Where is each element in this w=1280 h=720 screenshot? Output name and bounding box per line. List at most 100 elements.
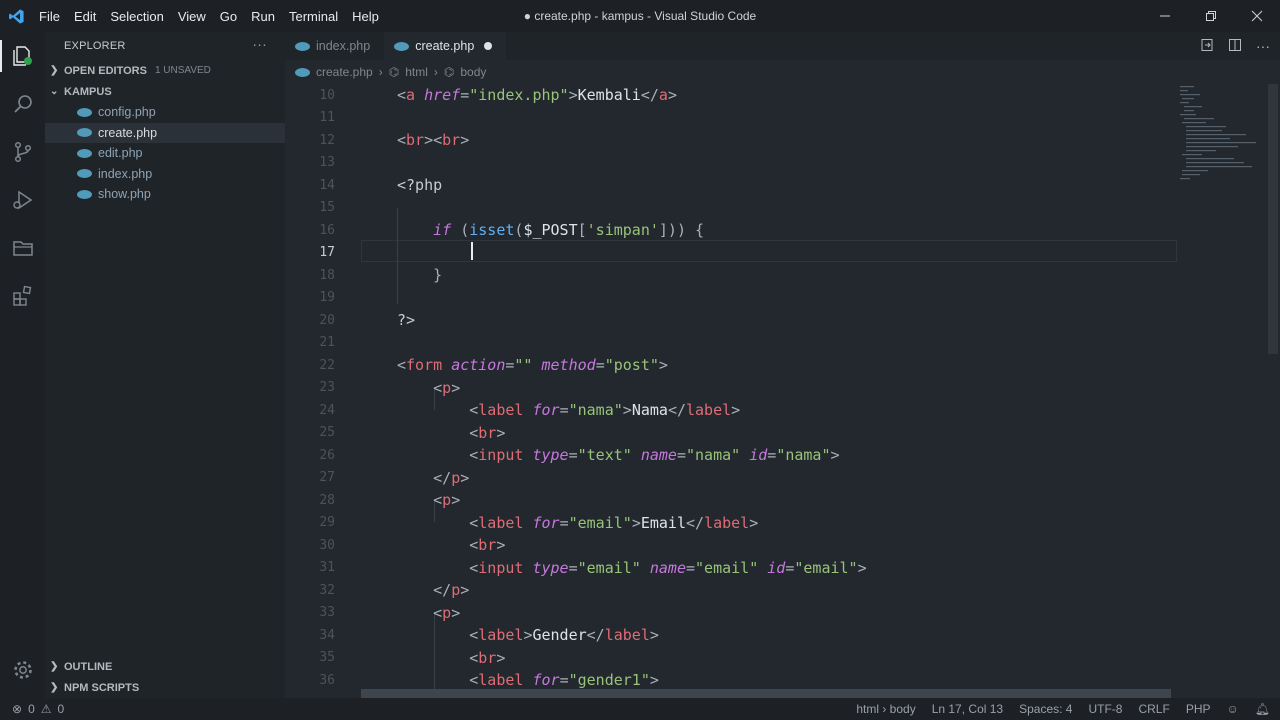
code-line[interactable]: 21 — [285, 332, 335, 355]
menu-file[interactable]: File — [32, 9, 67, 24]
code-line[interactable]: 34 <label>Gender</label> — [285, 624, 659, 647]
code-line[interactable]: 33 <p> — [285, 602, 460, 625]
open-changes-icon[interactable] — [1200, 38, 1214, 55]
line-number: 35 — [319, 650, 335, 666]
folder-section-kampus[interactable]: ⌄ KAMPUS — [45, 81, 285, 102]
status-scope[interactable]: html › body — [856, 702, 915, 716]
breadcrumb-file[interactable]: create.php — [316, 65, 373, 79]
code-line[interactable]: 26 <input type="text" name="nama" id="na… — [285, 444, 839, 467]
code-line[interactable]: 18 } — [285, 264, 442, 287]
file-item[interactable]: index.php — [45, 164, 285, 185]
code-line[interactable]: 13 — [285, 152, 335, 175]
status-eol[interactable]: CRLF — [1138, 702, 1169, 716]
split-editor-icon[interactable] — [1228, 38, 1242, 55]
file-item[interactable]: edit.php — [45, 143, 285, 164]
line-number: 34 — [319, 627, 335, 643]
code-line[interactable]: 20 ?> — [285, 309, 415, 332]
file-item[interactable]: show.php — [45, 184, 285, 205]
extensions-icon[interactable] — [0, 272, 45, 320]
breadcrumb-body[interactable]: body — [460, 65, 486, 79]
line-number: 26 — [319, 447, 335, 463]
activity-bar — [0, 32, 45, 698]
open-editors-section[interactable]: ❯ OPEN EDITORS 1 UNSAVED — [45, 60, 285, 81]
code-line[interactable]: 16 if (isset($_POST['simpan'])) { — [285, 219, 704, 242]
menu-edit[interactable]: Edit — [67, 9, 103, 24]
code-line[interactable]: 31 <input type="email" name="email" id="… — [285, 557, 866, 580]
unsaved-dot-icon[interactable] — [484, 42, 493, 50]
code-line[interactable]: 12 <br><br> — [285, 129, 469, 152]
code-line[interactable]: 22 <form action="" method="post"> — [285, 354, 668, 377]
tab-index-php[interactable]: index.php — [285, 32, 384, 60]
code-line[interactable]: 15 — [285, 197, 335, 220]
status-cursor-position[interactable]: Ln 17, Col 13 — [932, 702, 1003, 716]
explorer-icon[interactable] — [0, 32, 45, 80]
line-number: 12 — [319, 132, 335, 148]
line-number: 18 — [319, 267, 335, 283]
chevron-right-icon: ❯ — [50, 682, 59, 693]
menu-view[interactable]: View — [171, 9, 213, 24]
code-line[interactable]: 10 <a href="index.php">Kembali</a> — [285, 84, 677, 107]
line-number: 13 — [319, 155, 335, 171]
notifications-bell-icon[interactable]: 🔔︎ — [1255, 702, 1270, 716]
code-line[interactable]: 35 <br> — [285, 647, 505, 670]
status-bar: ⊗ 0 ⚠ 0 html › body Ln 17, Col 13 Spaces… — [0, 698, 1280, 720]
code-line[interactable]: 19 — [285, 287, 335, 310]
run-debug-icon[interactable] — [0, 176, 45, 224]
file-item[interactable]: config.php — [45, 102, 285, 123]
explorer-title: EXPLORER — [64, 40, 126, 52]
status-language[interactable]: PHP — [1186, 702, 1211, 716]
code-line[interactable]: 30 <br> — [285, 534, 505, 557]
warning-count[interactable]: 0 — [58, 702, 65, 716]
php-file-icon — [77, 128, 92, 138]
restore-button[interactable] — [1188, 0, 1234, 32]
line-number: 27 — [319, 470, 335, 486]
close-window-button[interactable] — [1234, 0, 1280, 32]
code-line[interactable]: 14 <?php — [285, 174, 442, 197]
search-icon[interactable] — [0, 80, 45, 128]
minimize-button[interactable] — [1142, 0, 1188, 32]
more-actions-icon[interactable]: ··· — [252, 36, 267, 52]
vertical-scrollbar[interactable] — [1268, 84, 1278, 354]
warning-icon[interactable]: ⚠ — [41, 702, 52, 716]
menu-help[interactable]: Help — [345, 9, 386, 24]
code-line[interactable]: 23 <p> — [285, 377, 460, 400]
code-line[interactable]: 24 <label for="nama">Nama</label> — [285, 399, 740, 422]
code-text: <p> — [433, 603, 461, 622]
line-number: 20 — [319, 312, 335, 328]
file-label: show.php — [98, 187, 151, 202]
manage-gear-icon[interactable] — [0, 646, 45, 694]
folder-label: KAMPUS — [64, 85, 112, 98]
code-line[interactable]: 36 <label for="gender1"> — [285, 669, 659, 692]
horizontal-scrollbar[interactable] — [361, 689, 1171, 698]
code-line[interactable]: 17 — [285, 242, 335, 265]
breadcrumb-html[interactable]: html — [405, 65, 428, 79]
code-line[interactable]: 11 — [285, 107, 335, 130]
folder-icon[interactable] — [0, 224, 45, 272]
outline-section[interactable]: ❯ OUTLINE — [45, 656, 285, 677]
menu-run[interactable]: Run — [244, 9, 282, 24]
code-line[interactable]: 25 <br> — [285, 422, 505, 445]
file-item-selected[interactable]: create.php — [45, 122, 285, 143]
line-number: 31 — [319, 560, 335, 576]
minimap[interactable] — [1178, 84, 1258, 204]
menu-terminal[interactable]: Terminal — [282, 9, 345, 24]
error-icon[interactable]: ⊗ — [12, 702, 22, 716]
chevron-right-icon: ❯ — [50, 661, 59, 672]
more-actions-icon[interactable]: ··· — [1256, 38, 1270, 55]
code-line[interactable]: 32 </p> — [285, 579, 469, 602]
code-line[interactable]: 29 <label for="email">Email</label> — [285, 512, 758, 535]
code-line[interactable]: 27 </p> — [285, 467, 469, 490]
source-control-icon[interactable] — [0, 128, 45, 176]
code-editor[interactable]: 10 <a href="index.php">Kembali</a> 11 12 <br… — [285, 84, 1280, 698]
menu-selection[interactable]: Selection — [103, 9, 170, 24]
feedback-icon[interactable]: ☺ — [1227, 702, 1239, 716]
menu-go[interactable]: Go — [213, 9, 244, 24]
tab-create-php[interactable]: create.php — [384, 32, 507, 61]
status-encoding[interactable]: UTF-8 — [1088, 702, 1122, 716]
code-line[interactable]: 28 <p> — [285, 489, 460, 512]
status-indentation[interactable]: Spaces: 4 — [1019, 702, 1072, 716]
npm-scripts-section[interactable]: ❯ NPM SCRIPTS — [45, 677, 285, 698]
chevron-right-icon: ❯ — [50, 65, 59, 76]
error-count[interactable]: 0 — [28, 702, 35, 716]
line-number: 29 — [319, 515, 335, 531]
